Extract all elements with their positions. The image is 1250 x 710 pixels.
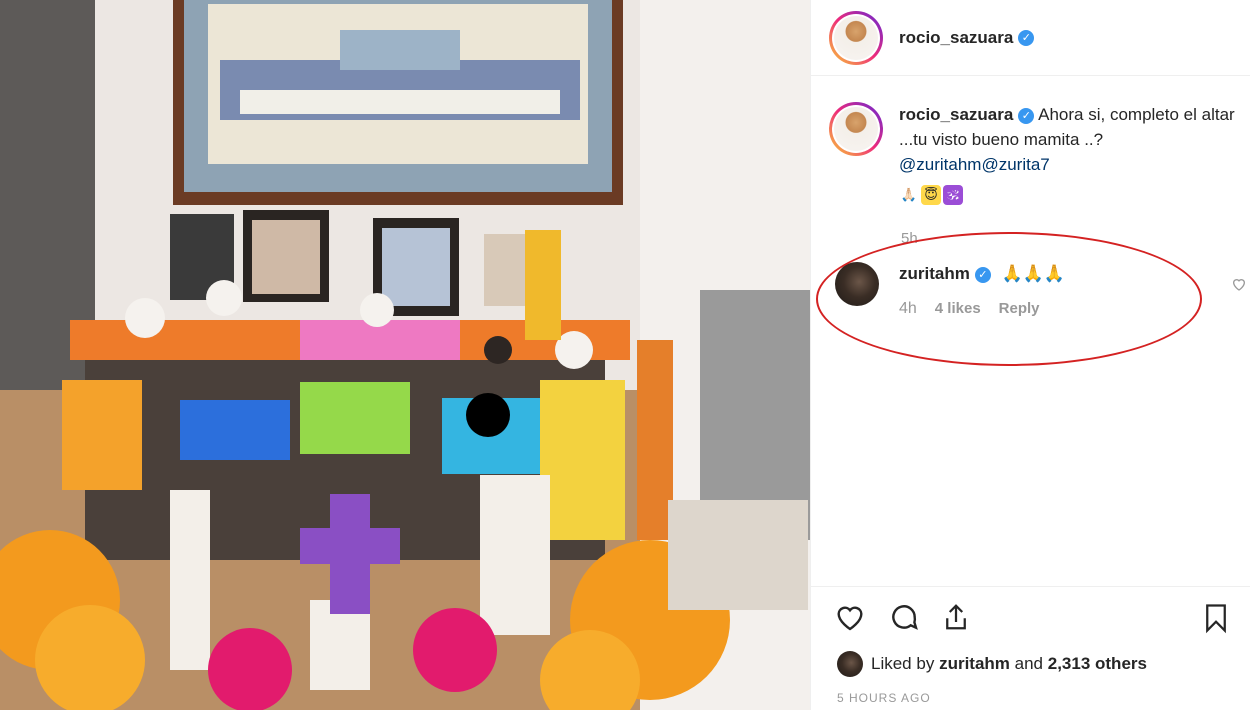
verified-badge-icon: ✓ bbox=[1018, 29, 1035, 46]
comment-time: 4h bbox=[899, 300, 917, 317]
comment-meta: 4h 4 likes Reply bbox=[899, 300, 1065, 318]
post-header: rocio_sazuara ✓ bbox=[811, 0, 1250, 76]
liked-by: Liked by zuritahm and 2,313 others bbox=[837, 651, 1147, 677]
caption-verified-icon: ✓ bbox=[1018, 108, 1035, 124]
instagram-post: rocio_sazuara ✓ rocio_sazuara ✓ Ahora si,… bbox=[0, 0, 1250, 710]
caption-timestamp: 5h bbox=[901, 230, 918, 247]
caption-username[interactable]: rocio_sazuara bbox=[899, 105, 1013, 124]
comment-item: zuritahm ✓ 🙏🙏🙏 4h 4 likes Reply bbox=[835, 262, 1245, 318]
altar-photo bbox=[0, 0, 810, 710]
reply-button[interactable]: Reply bbox=[999, 300, 1040, 318]
comment-like-heart-icon[interactable] bbox=[1231, 276, 1247, 292]
mention-zuritahm[interactable]: @zuritahm bbox=[899, 155, 981, 174]
share-icon[interactable] bbox=[941, 601, 971, 633]
liked-others-link[interactable]: 2,313 others bbox=[1048, 654, 1147, 674]
om-emoji-icon: 🕉 bbox=[943, 185, 963, 205]
post-actions: Liked by zuritahm and 2,313 others 5 HOU… bbox=[811, 586, 1250, 710]
liker-avatar[interactable] bbox=[837, 651, 863, 677]
comment-likes-link[interactable]: 4 likes bbox=[935, 300, 981, 318]
header-username[interactable]: rocio_sazuara bbox=[899, 28, 1013, 48]
author-avatar[interactable] bbox=[829, 10, 883, 65]
like-heart-icon[interactable] bbox=[833, 601, 867, 633]
save-bookmark-icon[interactable] bbox=[1201, 601, 1231, 635]
comment-text: 🙏🙏🙏 bbox=[1001, 264, 1066, 283]
liked-by-user[interactable]: zuritahm bbox=[939, 654, 1010, 674]
commenter-username[interactable]: zuritahm bbox=[899, 264, 970, 283]
commenter-verified-icon: ✓ bbox=[974, 267, 991, 283]
comment-bubble-icon[interactable] bbox=[887, 601, 921, 633]
author-avatar-image bbox=[834, 15, 878, 60]
post-caption: rocio_sazuara ✓ Ahora si, completo el alt… bbox=[829, 102, 1249, 205]
mention-zurita7[interactable]: @zurita7 bbox=[981, 155, 1049, 174]
halo-emoji-icon: 😇 bbox=[921, 185, 941, 205]
post-photo[interactable] bbox=[0, 0, 810, 710]
post-timestamp[interactable]: 5 HOURS AGO bbox=[837, 691, 931, 705]
pray-emoji-icon: 🙏🏻 bbox=[900, 187, 918, 202]
post-sidebar: rocio_sazuara ✓ rocio_sazuara ✓ Ahora si,… bbox=[810, 0, 1250, 710]
caption-avatar[interactable] bbox=[829, 102, 883, 156]
caption-text: rocio_sazuara ✓ Ahora si, completo el alt… bbox=[899, 102, 1239, 205]
commenter-avatar[interactable] bbox=[835, 262, 879, 306]
